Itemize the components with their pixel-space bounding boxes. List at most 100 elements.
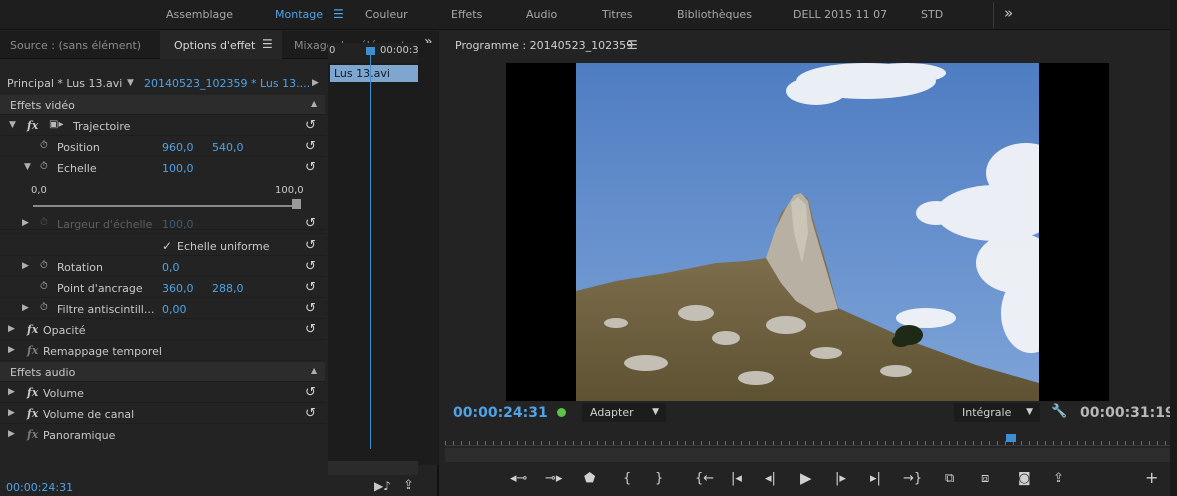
sequence-clip-link[interactable]: 20140523_102359 * Lus 13.... <box>144 77 310 90</box>
mark-in-out-icon[interactable]: ◂⊸ <box>510 471 527 486</box>
timeline-scrollbar[interactable] <box>328 461 418 475</box>
expand-right-icon[interactable]: ▶ <box>8 345 15 355</box>
timeline-clip[interactable]: Lus 13.avi <box>330 65 418 82</box>
step-forward-icon[interactable]: ▸| <box>870 471 881 486</box>
position-x-value[interactable]: 960,0 <box>162 141 194 154</box>
reset-icon[interactable]: ↺ <box>305 259 316 274</box>
fit-dropdown[interactable]: Adapter ▼ <box>582 403 666 422</box>
position-y-value[interactable]: 540,0 <box>212 141 244 154</box>
double-chevron-right-icon[interactable]: » <box>1004 4 1013 22</box>
workspace-montage[interactable]: Montage <box>275 8 323 21</box>
reset-icon[interactable]: ↺ <box>305 238 316 253</box>
transform-icon[interactable]: ▣▸ <box>49 119 63 130</box>
stopwatch-icon[interactable]: ⏱ <box>40 281 48 292</box>
chevron-up-icon[interactable]: ▲ <box>311 366 317 375</box>
workspace-effets[interactable]: Effets <box>451 8 482 21</box>
expand-down-icon[interactable]: ▼ <box>9 120 16 130</box>
reset-icon[interactable]: ↺ <box>305 160 316 175</box>
camera-icon[interactable]: ◙ <box>1018 471 1031 486</box>
lift-icon[interactable]: ⧉ <box>945 471 954 486</box>
tab-effect-options[interactable]: Options d'effet <box>174 39 255 52</box>
chevron-up-icon[interactable]: ▲ <box>311 99 317 108</box>
program-title[interactable]: Programme : 20140523_102359 <box>455 39 633 52</box>
effect-controls-timecode[interactable]: 00:00:24:31 <box>6 481 73 494</box>
reset-icon[interactable]: ↺ <box>305 301 316 316</box>
workspace-std[interactable]: STD <box>921 8 943 21</box>
stopwatch-icon[interactable]: ⏱ <box>40 140 48 151</box>
export-icon[interactable]: ⇪ <box>403 478 414 493</box>
expand-right-icon[interactable]: ▶ <box>8 408 15 418</box>
reset-icon[interactable]: ↺ <box>305 322 316 337</box>
go-to-in-icon[interactable]: {← <box>695 471 714 486</box>
reset-icon[interactable]: ↺ <box>305 139 316 154</box>
tab-menu-icon[interactable]: ☰ <box>262 37 273 51</box>
play-icon[interactable]: ▶ <box>800 469 812 487</box>
go-to-out-icon[interactable]: →} <box>903 471 922 486</box>
filter-audio-icon[interactable]: ▶♪ <box>374 479 391 493</box>
expand-right-icon[interactable]: ▶ <box>22 303 29 313</box>
reset-icon[interactable]: ↺ <box>305 280 316 295</box>
frame-forward-icon[interactable]: |▸ <box>835 471 846 486</box>
expand-right-icon[interactable]: ▶ <box>22 218 29 228</box>
playhead-handle[interactable] <box>1005 434 1016 442</box>
marker-icon[interactable]: ⬟ <box>584 471 595 486</box>
stopwatch-icon[interactable]: ⏱ <box>40 302 48 313</box>
reset-icon[interactable]: ↺ <box>305 385 316 400</box>
quality-dropdown[interactable]: Intégrale ▼ <box>954 403 1040 422</box>
workspace-audio[interactable]: Audio <box>526 8 557 21</box>
workspace-titres[interactable]: Titres <box>602 8 633 21</box>
workspace-menu-icon[interactable]: ☰ <box>333 7 344 21</box>
anchor-y-value[interactable]: 288,0 <box>212 282 244 295</box>
effect-row-channel-volume[interactable]: ▶ fx Volume de canal ↺ <box>0 404 325 424</box>
mark-out-icon[interactable]: } <box>655 471 663 486</box>
fx-icon[interactable]: fx <box>27 323 38 336</box>
reset-icon[interactable]: ↺ <box>305 406 316 421</box>
effect-row-motion[interactable]: ▼ fx ▣▸ Trajectoire ↺ <box>0 116 325 136</box>
add-marker-in-icon[interactable]: ⊸▸ <box>545 471 562 486</box>
fx-icon[interactable]: fx <box>27 386 38 399</box>
add-button-icon[interactable]: + <box>1145 468 1158 487</box>
expand-right-icon[interactable]: ▶ <box>8 324 15 334</box>
reset-icon[interactable]: ↺ <box>305 216 316 231</box>
tab-source[interactable]: Source : (sans élément) <box>10 39 141 52</box>
video-frame[interactable] <box>576 63 1039 401</box>
master-clip-label[interactable]: Principal * Lus 13.avi <box>7 77 122 90</box>
anchor-x-value[interactable]: 360,0 <box>162 282 194 295</box>
panel-menu-icon[interactable]: ☰ <box>627 38 638 52</box>
step-back-icon[interactable]: |◂ <box>731 471 742 486</box>
playback-scrubber[interactable] <box>445 432 1173 446</box>
workspace-couleur[interactable]: Couleur <box>365 8 408 21</box>
extract-icon[interactable]: ⧈ <box>981 471 989 486</box>
reset-icon[interactable]: ↺ <box>305 118 316 133</box>
chevron-down-icon[interactable]: ▼ <box>127 78 134 88</box>
fx-icon[interactable]: fx <box>27 407 38 420</box>
mark-in-icon[interactable]: { <box>623 471 631 486</box>
expand-right-icon[interactable]: ▶ <box>8 387 15 397</box>
antiflicker-value[interactable]: 0,00 <box>162 303 187 316</box>
expand-right-icon[interactable]: ▶ <box>22 261 29 271</box>
effect-row-panner[interactable]: ▶ fx Panoramique <box>0 425 325 445</box>
expand-right-icon[interactable]: ▶ <box>8 429 15 439</box>
workspace-bibliotheques[interactable]: Bibliothèques <box>677 8 752 21</box>
rotation-value[interactable]: 0,0 <box>162 261 180 274</box>
checkbox-checked-icon[interactable]: ✓ <box>162 239 172 253</box>
scale-slider-track[interactable] <box>33 205 301 207</box>
effect-controls-timeline[interactable]: 0 00:00:3 Lus 13.avi <box>328 43 439 475</box>
scale-slider-thumb[interactable] <box>292 199 301 209</box>
expand-down-icon[interactable]: ▼ <box>24 162 31 172</box>
stopwatch-icon[interactable]: ⏱ <box>40 161 48 172</box>
stopwatch-icon[interactable]: ⏱ <box>40 260 48 271</box>
effect-row-opacity[interactable]: ▶ fx Opacité ↺ <box>0 320 325 340</box>
play-only-icon[interactable]: ▶ <box>312 78 319 88</box>
workspace-assemblage[interactable]: Assemblage <box>166 8 233 21</box>
fx-icon[interactable]: fx <box>27 119 38 132</box>
zoom-scrollbar[interactable] <box>445 448 1173 462</box>
scale-value[interactable]: 100,0 <box>162 162 194 175</box>
effect-row-volume[interactable]: ▶ fx Volume ↺ <box>0 383 325 403</box>
frame-back-icon[interactable]: ◂| <box>765 471 776 486</box>
current-timecode[interactable]: 00:00:24:31 <box>453 405 548 421</box>
export-frame-icon[interactable]: ⇪ <box>1053 471 1064 486</box>
wrench-icon[interactable]: 🔧 <box>1051 404 1067 419</box>
workspace-dell[interactable]: DELL 2015 11 07 <box>793 8 887 21</box>
effect-row-time-remap[interactable]: ▶ fx Remappage temporel <box>0 341 325 361</box>
